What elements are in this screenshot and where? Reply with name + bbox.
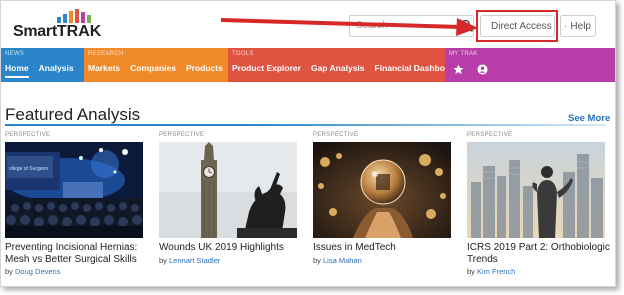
article-thumbnail-big-ben[interactable] [159,142,297,238]
author-link[interactable]: Kim French [477,267,515,276]
article-card[interactable]: PERSPECTIVE Wounds UK 2019 Highlights by… [159,132,299,265]
nav-item-analysis[interactable]: Analysis [39,63,74,78]
heading-divider [5,124,606,126]
author-link[interactable]: Lennart Stadler [169,256,220,265]
article-byline: by Kim French [467,267,516,276]
article-category: PERSPECTIVE [313,132,359,138]
nav-section-tools: TOOLS Product Explorer Gap Analysis Fina… [228,48,458,82]
article-category: PERSPECTIVE [467,132,513,138]
nav-section-label: TOOLS [232,51,254,57]
article-byline: by Lisa Mahan [313,256,362,265]
question-circle-icon: ? [565,25,567,27]
app-window: SmartTRAK Search Direct Access ? Help [0,0,616,287]
nav-item-gap-analysis[interactable]: Gap Analysis [311,63,365,73]
nav-section-mytrak: MY TRAK [445,48,615,82]
logo-text: SmartTRAK [13,23,102,40]
help-button[interactable]: ? Help [560,15,596,37]
main-nav: NEWS Home Analysis RESEARCH Markets Comp… [1,48,615,82]
article-thumbnail-city-figure[interactable] [467,142,605,238]
nav-item-product-explorer[interactable]: Product Explorer [232,63,301,73]
help-label: Help [570,20,591,32]
article-byline: by Lennart Stadler [159,256,221,265]
author-link[interactable]: Doug Devens [15,267,60,276]
nav-section-research: RESEARCH Markets Companies Products [84,48,228,82]
nav-item-companies[interactable]: Companies [130,63,176,73]
article-title[interactable]: Issues in MedTech [313,242,469,254]
highlight-box [476,10,558,42]
article-thumbnail-conference[interactable]: ollege of Surgeon [5,142,143,238]
nav-item-home[interactable]: Home [5,63,29,78]
smarttrak-logo[interactable]: SmartTRAK [13,7,105,41]
nav-item-products[interactable]: Products [186,63,223,73]
article-title[interactable]: Preventing Incisional Hernias: Mesh vs B… [5,242,161,266]
author-link[interactable]: Lisa Mahan [323,256,362,265]
logo-bars-icon [57,9,91,23]
featured-analysis-heading: Featured Analysis [5,105,141,124]
article-card[interactable]: PERSPECTIVE ollege of Surgeon Preventing… [5,132,145,276]
nav-section-label: RESEARCH [88,51,124,57]
article-title[interactable]: Wounds UK 2019 Highlights [159,242,315,254]
article-title[interactable]: ICRS 2019 Part 2: Orthobiologic Trends [467,242,615,266]
article-card[interactable]: PERSPECTIVE [313,132,453,265]
star-icon[interactable] [453,64,464,75]
header: SmartTRAK Search Direct Access ? Help [1,1,615,48]
article-thumbnail-lens-ball[interactable] [313,142,451,238]
annotation-arrow [220,18,478,36]
article-card[interactable]: PERSPECTIVE [467,132,610,276]
article-byline: by Doug Devens [5,267,61,276]
nav-section-news: NEWS Home Analysis [1,48,84,82]
article-category: PERSPECTIVE [159,132,205,138]
nav-section-label: MY TRAK [449,51,478,57]
svg-text:ollege of Surgeon: ollege of Surgeon [9,166,48,172]
nav-section-label: NEWS [5,51,25,57]
see-more-link[interactable]: See More [568,113,610,124]
user-icon[interactable] [477,64,488,75]
article-category: PERSPECTIVE [5,132,51,138]
nav-item-markets[interactable]: Markets [88,63,120,73]
